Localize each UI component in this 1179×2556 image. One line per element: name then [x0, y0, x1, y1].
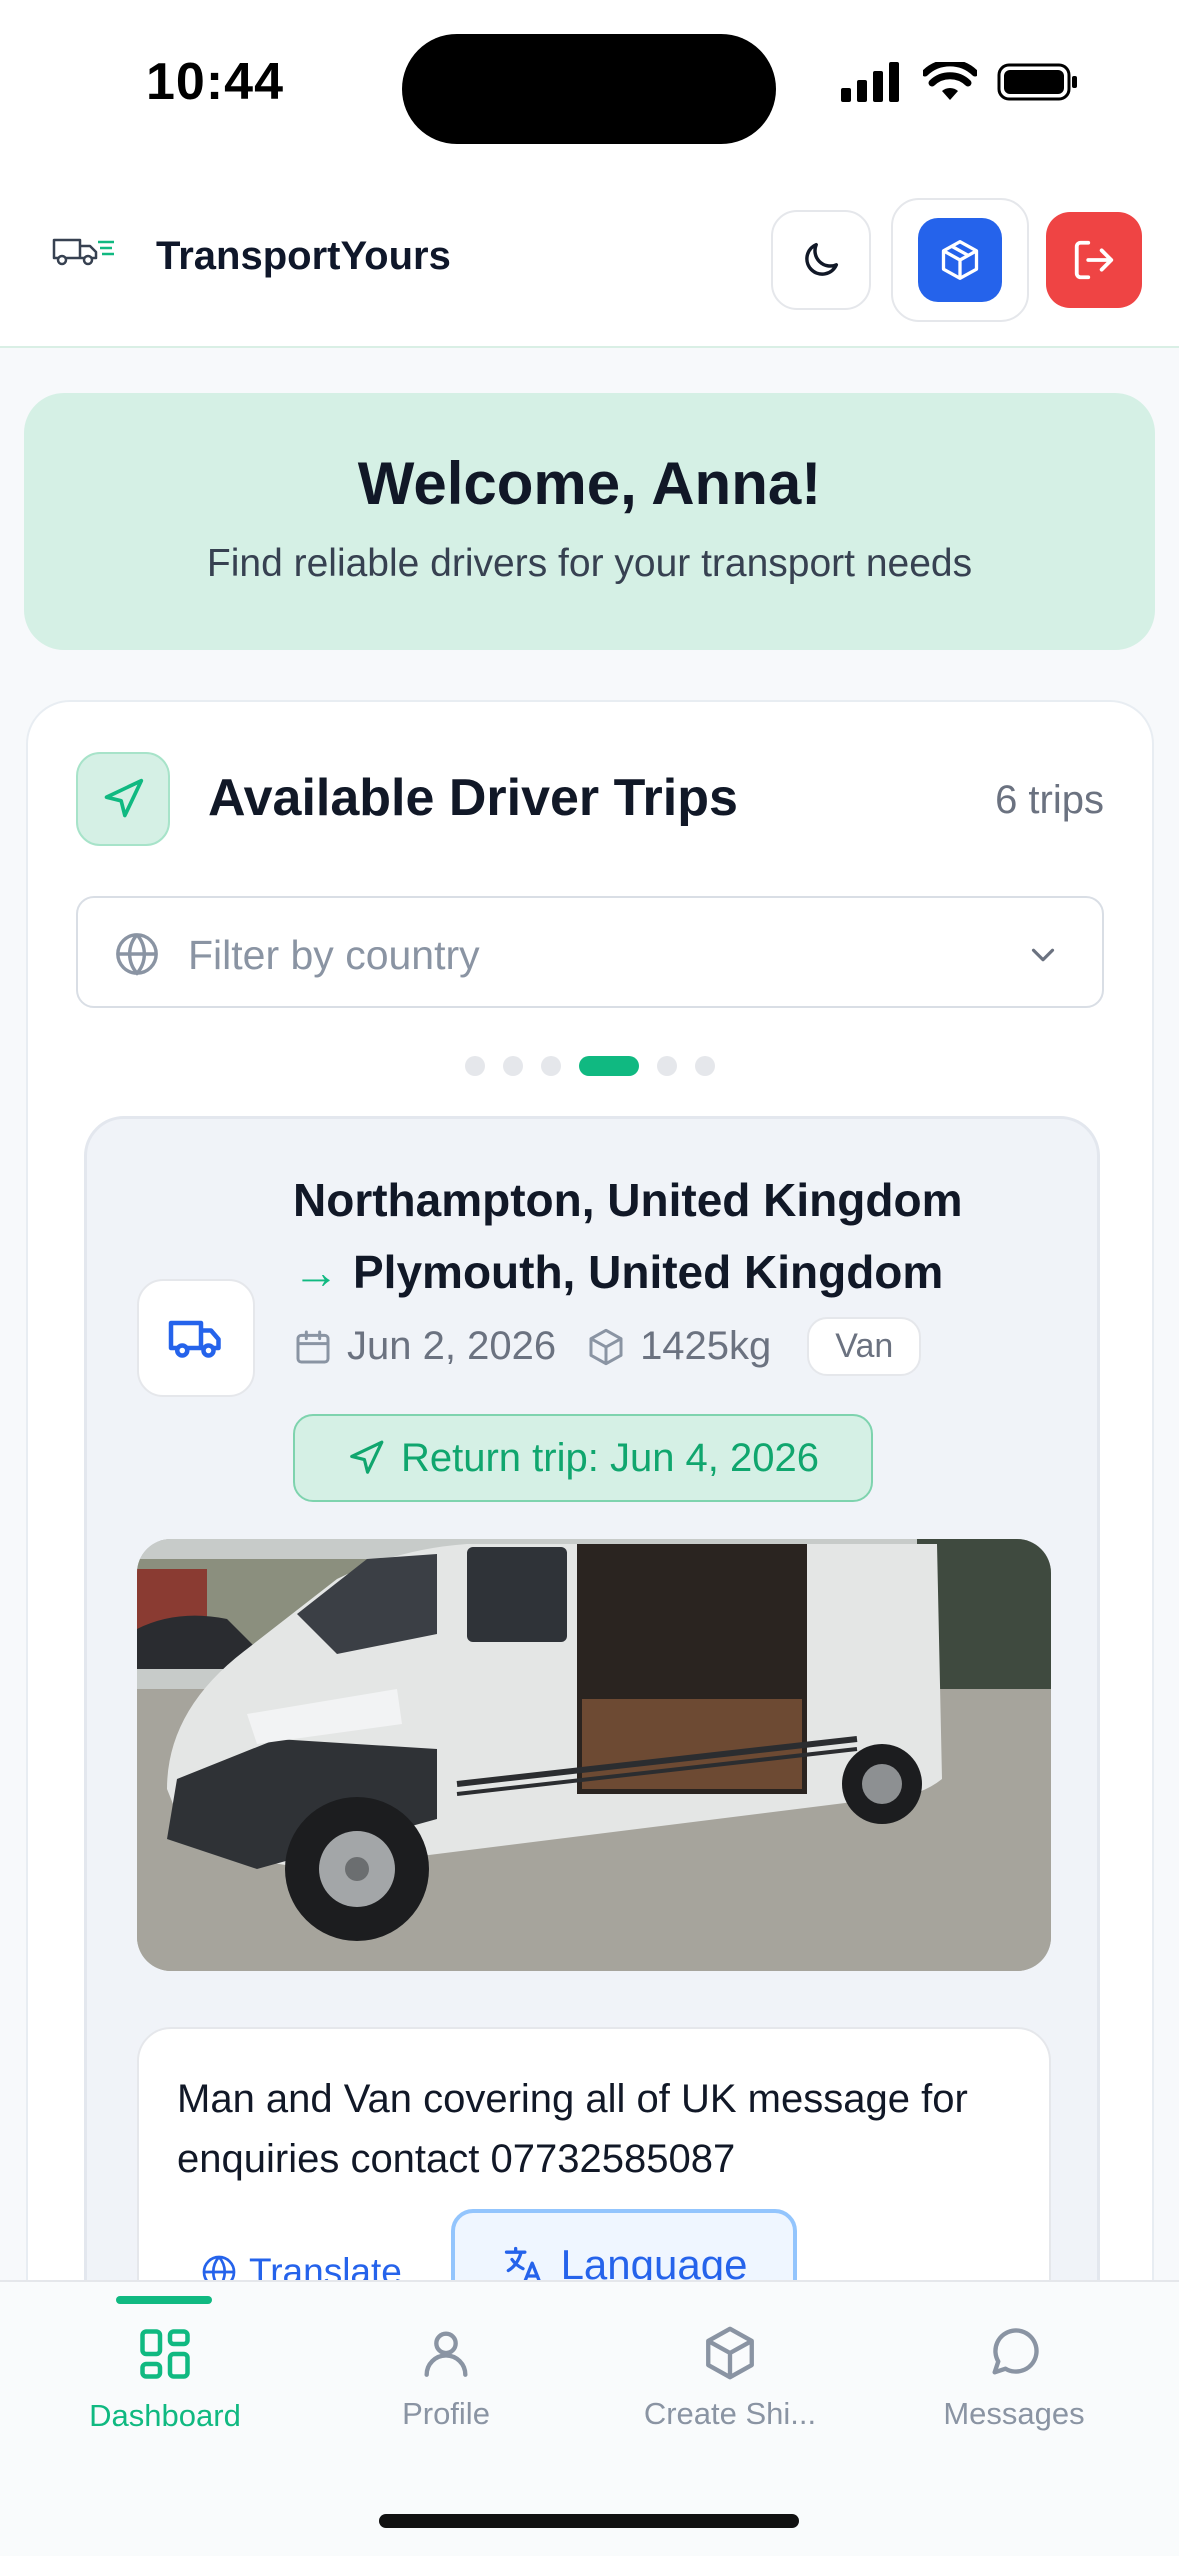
moon-icon — [805, 242, 839, 276]
logout-icon — [1074, 240, 1114, 280]
nav-profile-label: Profile — [402, 2396, 490, 2431]
trip-meta: Jun 2, 2026 1425kg Van — [293, 1317, 922, 1376]
welcome-subtitle: Find reliable drivers for your transport… — [206, 542, 973, 585]
status-bar: 10:44 — [0, 0, 1179, 170]
carousel-dot[interactable] — [541, 1056, 561, 1076]
trips-count: 6 trips — [995, 778, 1104, 822]
truck-logo-icon — [52, 238, 114, 266]
trip-date-text: Jun 2, 2026 — [347, 1324, 557, 1368]
battery-icon — [997, 63, 1077, 101]
theme-toggle-button[interactable] — [771, 210, 871, 310]
package-icon — [589, 1328, 623, 1365]
package-icon — [706, 2326, 754, 2380]
nav-messages[interactable]: Messages — [884, 2324, 1144, 2432]
calendar-icon — [296, 1330, 330, 1363]
carousel-dot[interactable] — [657, 1056, 677, 1076]
status-icons — [841, 62, 1079, 102]
van-photo-illustration — [137, 1539, 1051, 1971]
vehicle-badge — [137, 1279, 255, 1397]
shipments-button-inner — [918, 218, 1002, 302]
nav-messages-label: Messages — [943, 2396, 1085, 2431]
nav-dashboard[interactable]: Dashboard — [35, 2324, 295, 2434]
trip-weight: 1425kg — [586, 1324, 771, 1369]
vehicle-type-tag: Van — [807, 1317, 922, 1376]
return-trip-text: Return trip: Jun 4, 2026 — [400, 1435, 820, 1480]
status-time: 10:44 — [146, 53, 284, 111]
available-trips-card: Available Driver Trips 6 trips Filter by… — [26, 700, 1154, 2556]
active-tab-indicator — [116, 2296, 212, 2304]
message-icon — [992, 2328, 1039, 2375]
welcome-banner: Welcome, Anna! Find reliable drivers for… — [24, 393, 1155, 650]
route-origin: Northampton, United Kingdom — [293, 1174, 963, 1226]
country-filter-select[interactable]: Filter by country — [76, 896, 1104, 1008]
trip-description: Man and Van covering all of UK message f… — [177, 2077, 968, 2181]
app-header: TransportYours — [0, 170, 1179, 348]
chevron-down-icon — [1031, 948, 1055, 962]
signal-icon — [841, 62, 899, 102]
trips-header-icon — [76, 752, 170, 846]
nav-create-shipment[interactable]: Create Shi... — [600, 2324, 860, 2432]
carousel-dot[interactable] — [465, 1056, 485, 1076]
package-icon — [941, 240, 979, 280]
home-indicator — [379, 2514, 799, 2528]
carousel-dot[interactable] — [503, 1056, 523, 1076]
logout-button[interactable] — [1046, 212, 1142, 308]
shipments-button[interactable] — [891, 198, 1029, 322]
navigation-icon — [104, 778, 144, 818]
route-arrow-icon: → — [293, 1246, 339, 1298]
trip-weight-text: 1425kg — [640, 1324, 772, 1368]
carousel-dot[interactable] — [579, 1056, 639, 1076]
brand-name: TransportYours — [156, 234, 451, 278]
country-filter-placeholder: Filter by country — [188, 932, 480, 978]
route-destination: Plymouth, United Kingdom — [353, 1246, 944, 1298]
trips-title: Available Driver Trips — [208, 769, 738, 827]
route-destination-row: → Plymouth, United Kingdom — [293, 1245, 943, 1299]
dynamic-island — [402, 34, 776, 144]
trip-date: Jun 2, 2026 — [293, 1324, 556, 1369]
user-icon — [424, 2331, 468, 2377]
nav-create-shipment-label: Create Shi... — [643, 2396, 817, 2431]
vehicle-photo[interactable] — [137, 1539, 1051, 1971]
return-trip-badge: Return trip: Jun 4, 2026 — [293, 1414, 873, 1502]
dashboard-icon — [140, 2329, 190, 2379]
carousel-dots — [28, 1056, 1152, 1076]
truck-icon — [168, 1320, 221, 1358]
nav-dashboard-label: Dashboard — [89, 2398, 241, 2433]
welcome-title: Welcome, Anna! — [357, 450, 822, 517]
nav-profile[interactable]: Profile — [316, 2324, 576, 2432]
wifi-icon — [923, 62, 977, 100]
globe-icon — [116, 933, 158, 976]
carousel-dot[interactable] — [695, 1056, 715, 1076]
navigation-icon — [350, 1440, 384, 1474]
